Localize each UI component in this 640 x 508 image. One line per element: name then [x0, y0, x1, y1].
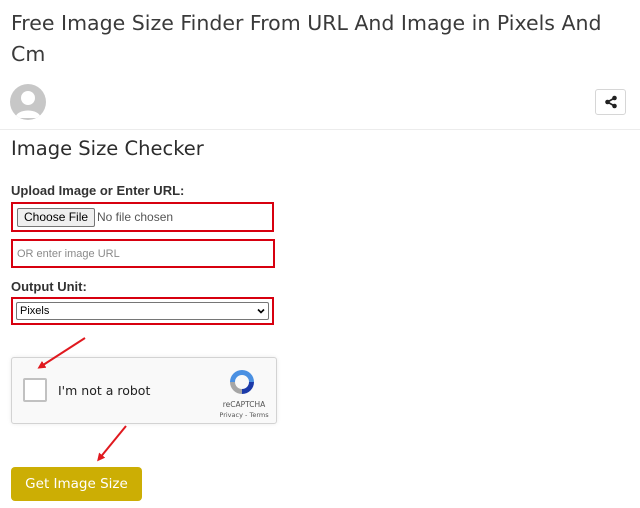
recaptcha-label: I'm not a robot: [58, 383, 151, 398]
choose-file-button[interactable]: Choose File: [17, 208, 96, 227]
file-upload-field[interactable]: Choose File No file chosen: [11, 202, 274, 232]
page-title: Free Image Size Finder From URL And Imag…: [11, 11, 602, 66]
avatar-silhouette: [15, 91, 41, 118]
tool-heading: Image Size Checker: [11, 137, 204, 160]
user-avatar-icon[interactable]: [10, 84, 46, 120]
link-separator: -: [245, 411, 248, 419]
arrow-to-submit: [97, 425, 127, 462]
output-unit-field: Pixels: [11, 297, 274, 325]
privacy-link[interactable]: Privacy: [219, 411, 243, 419]
share-icon: [604, 95, 617, 109]
output-unit-value: Pixels: [20, 305, 50, 317]
header-divider: [0, 129, 640, 130]
terms-link[interactable]: Terms: [249, 411, 268, 419]
recaptcha-brand: reCAPTCHA: [222, 400, 266, 409]
get-image-size-button[interactable]: Get Image Size: [11, 467, 142, 501]
upload-label: Upload Image or Enter URL:: [11, 183, 185, 198]
recaptcha-widget: I'm not a robot reCAPTCHA Privacy - Term…: [11, 357, 277, 424]
image-url-field: [11, 239, 275, 268]
recaptcha-logo-icon: [230, 370, 254, 394]
recaptcha-links: Privacy - Terms: [216, 411, 272, 419]
output-unit-select[interactable]: Pixels: [16, 302, 269, 320]
file-status-text: No file chosen: [97, 210, 174, 224]
recaptcha-checkbox[interactable]: [23, 378, 47, 402]
image-url-input[interactable]: [15, 243, 275, 264]
share-button[interactable]: [595, 89, 626, 115]
output-unit-label: Output Unit:: [11, 279, 87, 294]
chevron-down-icon: [257, 308, 265, 314]
